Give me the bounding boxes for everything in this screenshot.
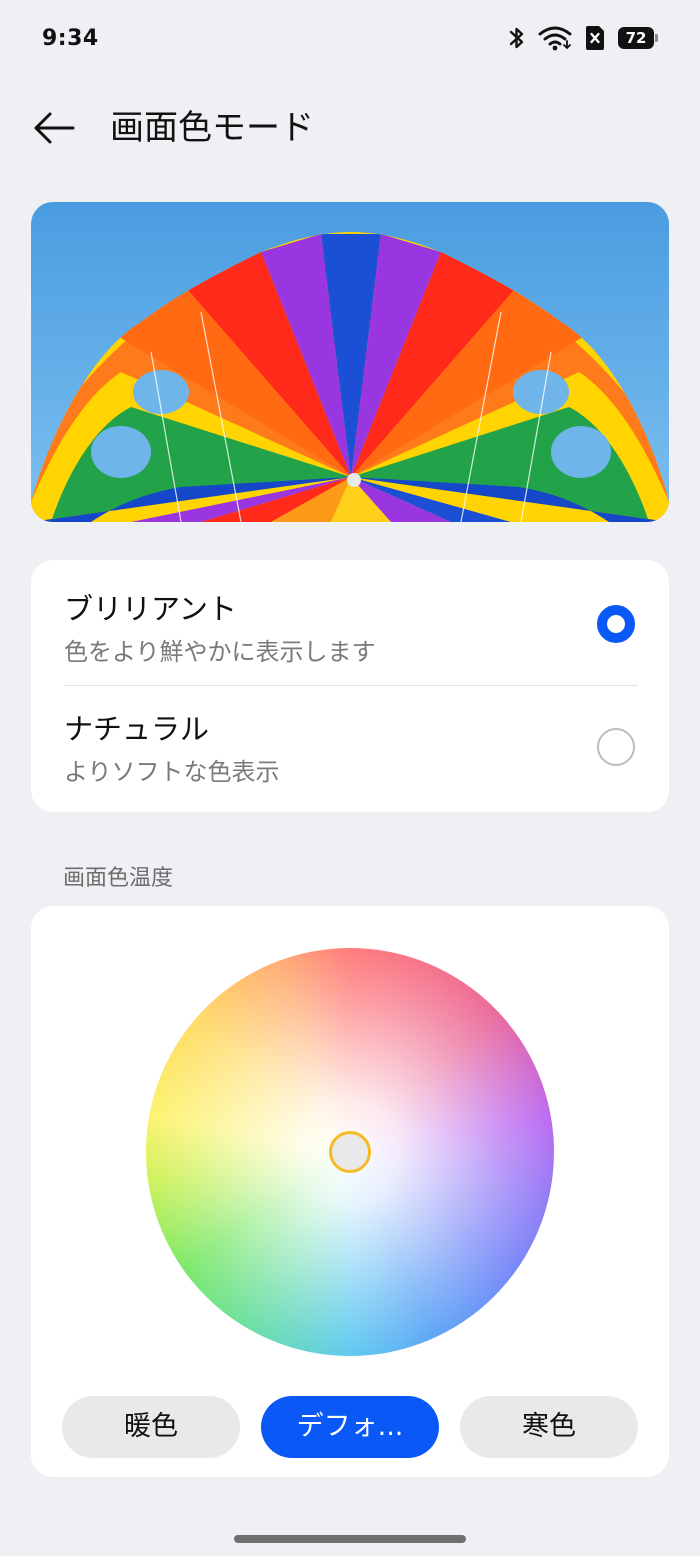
header: 画面色モード [0, 92, 700, 164]
mode-subtitle: よりソフトな色表示 [64, 758, 280, 786]
battery-icon: 72 [618, 27, 658, 49]
home-indicator[interactable] [234, 1535, 466, 1543]
wifi-icon [538, 25, 572, 51]
sim-card-icon [584, 24, 606, 52]
mode-option-brilliant[interactable]: ブリリアント 色をより鮮やかに表示します [31, 560, 669, 685]
mode-option-natural[interactable]: ナチュラル よりソフトな色表示 [31, 686, 669, 811]
battery-level: 72 [625, 29, 647, 47]
color-wheel-thumb[interactable] [329, 1131, 371, 1173]
preset-default-button[interactable]: デフォ... [261, 1396, 439, 1458]
radio-selected[interactable] [597, 605, 635, 643]
preset-warm-button[interactable]: 暖色 [62, 1396, 240, 1458]
preview-image [31, 202, 669, 522]
mode-title: ブリリアント [64, 592, 237, 626]
back-button[interactable] [28, 102, 80, 154]
bluetooth-icon [508, 24, 526, 52]
status-bar: 9:34 72 [0, 0, 700, 80]
color-mode-card: ブリリアント 色をより鮮やかに表示します ナチュラル よりソフトな色表示 [31, 560, 669, 812]
section-label-color-temperature: 画面色温度 [63, 866, 174, 891]
color-wheel[interactable] [146, 948, 554, 1356]
page-title: 画面色モード [110, 108, 314, 148]
color-temperature-card: 暖色 デフォ... 寒色 [31, 906, 669, 1477]
mode-title: ナチュラル [64, 712, 210, 746]
status-time: 9:34 [42, 26, 99, 51]
mode-subtitle: 色をより鮮やかに表示します [64, 638, 376, 666]
arrow-left-icon [34, 112, 75, 144]
preset-cool-button[interactable]: 寒色 [460, 1396, 638, 1458]
status-icons: 72 [508, 24, 658, 52]
preset-buttons: 暖色 デフォ... 寒色 [62, 1396, 638, 1458]
radio-unselected[interactable] [597, 728, 635, 766]
